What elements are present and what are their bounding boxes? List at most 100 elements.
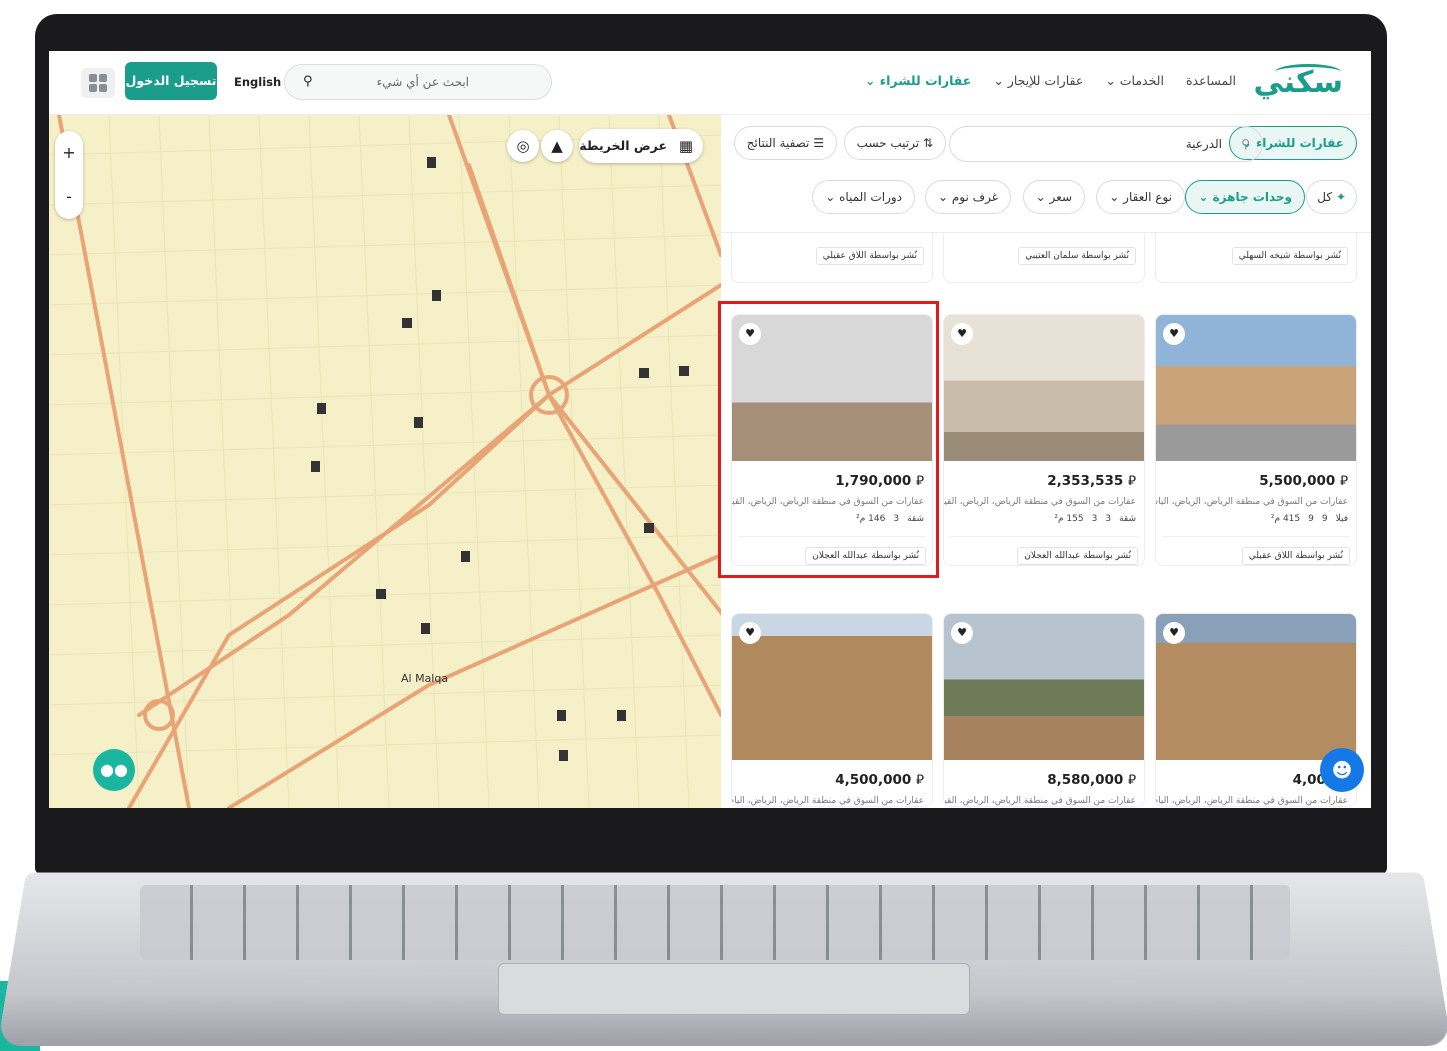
card-footer[interactable]: نُشر بواسطة اللاق عقيلي (731, 233, 933, 283)
listing-card[interactable]: ♥ ⃁ 2,353,535 عقارات من السوق في منطقة ا… (943, 314, 1145, 566)
nav-services[interactable]: الخدمات ⌄ (1105, 73, 1164, 88)
listing-card[interactable]: ♥ ⃁ 8,580,000 عقارات من السوق في منطقة ا… (943, 613, 1145, 807)
ready-units-label: وحدات جاهزة (1212, 190, 1292, 204)
price-value: 8,580,000 (1047, 772, 1124, 788)
price-value: 5,500,000 (1259, 473, 1336, 489)
baths-value: 9 (1308, 514, 1314, 524)
bedrooms-label: غرف نوم (951, 190, 998, 204)
refine-label: تصفية النتائج (746, 136, 810, 150)
language-toggle[interactable]: English (234, 75, 281, 89)
zoom-control: + - (55, 131, 83, 219)
listing-location: عقارات من السوق في منطقة الرياض، الرياض،… (943, 497, 1136, 507)
listing-location: عقارات من السوق في منطقة الرياض، الرياض،… (1155, 497, 1348, 507)
listing-card[interactable]: ♥ ⃁ 4,500,000 عقارات من السوق في منطقة ا… (731, 613, 933, 807)
nav-rent[interactable]: عقارات للإيجار ⌄ (993, 73, 1083, 88)
location-input[interactable]: ⚲ الدرعية (949, 126, 1263, 162)
refine-results-button[interactable]: ☰ تصفية النتائج (733, 126, 837, 160)
sort-label: ترتيب حسب (856, 136, 920, 150)
listing-price: ⃁ 5,500,000 (1156, 461, 1356, 489)
top-header: سكني عقارات للشراء ⌄ عقارات للإيجار ⌄ ال… (49, 51, 1371, 115)
currency-symbol: ⃁ (1339, 473, 1348, 489)
listing-photo: ♥ (1156, 315, 1356, 461)
nav-buy-label: عقارات للشراء (879, 73, 972, 88)
favorite-icon[interactable]: ♥ (1163, 622, 1185, 644)
listing-location: عقارات من السوق في منطقة الرياض، الرياض،… (1155, 796, 1348, 806)
chevron-down-icon: ⌄ (1109, 190, 1120, 204)
listing-agent: نُشر بواسطة عبدالله العجلان (950, 536, 1138, 565)
agent-chip: نُشر بواسطة اللاق عقيلي (1241, 547, 1350, 565)
main-nav: عقارات للشراء ⌄ عقارات للإيجار ⌄ الخدمات… (865, 73, 1236, 88)
favorite-icon[interactable]: ♥ (739, 622, 761, 644)
currency-symbol: ⃁ (1127, 473, 1136, 489)
chat-icon[interactable]: ●● (93, 749, 135, 791)
favorite-icon[interactable]: ♥ (951, 622, 973, 644)
card-footer[interactable]: نُشر بواسطة شيخه السهلي (1155, 233, 1357, 283)
search-icon: ⚲ (303, 74, 313, 89)
compass-icon[interactable]: ▲ (541, 130, 573, 162)
logo[interactable]: سكني (1253, 65, 1343, 100)
search-input[interactable]: ابحث عن أي شيء ⚲ (284, 64, 552, 100)
currency-symbol: ⃁ (915, 772, 924, 788)
listing-features: فيلا 9 9 415 م² (1156, 507, 1356, 524)
nav-buy[interactable]: عقارات للشراء ⌄ (865, 73, 971, 88)
agent-chip: نُشر بواسطة عبدالله العجلان (1017, 547, 1138, 565)
beds-value: 9 (1321, 514, 1328, 524)
bedrooms-dropdown[interactable]: غرف نوم ⌄ (924, 180, 1011, 214)
listing-photo: ♥ (944, 315, 1144, 461)
chevron-down-icon: ⌄ (937, 190, 949, 204)
favorite-icon[interactable]: ♥ (1163, 323, 1185, 345)
agent-chip: نُشر بواسطة سلمان العتيبي (1018, 247, 1136, 265)
nav-rent-label: عقارات للإيجار (1007, 73, 1084, 88)
buy-filter-label: عقارات للشراء (1256, 136, 1344, 150)
property-type-dropdown[interactable]: نوع العقار ⌄ (1096, 180, 1185, 214)
price-value: 4,500,000 (835, 772, 912, 788)
map-view[interactable]: Al Malqa ▦ عرض الخريطة ▲ ◎ + - ●● (49, 115, 721, 808)
nav-services-label: الخدمات (1119, 73, 1164, 88)
listing-location: عقارات من السوق في منطقة الرياض، الرياض،… (731, 796, 924, 806)
map-icon: ▦ (678, 137, 693, 155)
listing-features: شقة 3 3 155 م² (944, 507, 1144, 524)
zoom-out-button[interactable]: - (55, 175, 83, 219)
baths-value: 3 (1091, 514, 1098, 524)
map-area-label: Al Malqa (401, 672, 449, 685)
apps-grid-icon[interactable] (81, 68, 115, 98)
laptop-keyboard (140, 885, 1290, 960)
area-value: 155 م² (1054, 514, 1084, 524)
zoom-in-button[interactable]: + (55, 131, 83, 175)
sparkle-icon: ✦ (1335, 190, 1346, 204)
bathrooms-label: دورات المياه (839, 190, 902, 204)
listing-photo: ♥ (1156, 614, 1356, 760)
all-label: كل (1317, 190, 1333, 204)
listing-photo: ♥ (944, 614, 1144, 760)
ready-units-dropdown[interactable]: وحدات جاهزة ⌄ (1185, 180, 1305, 214)
currency-symbol: ⃁ (1127, 772, 1136, 788)
listing-price: ⃁ 4,500,000 (732, 760, 932, 788)
chevron-down-icon: ⌄ (825, 190, 836, 204)
listing-price: ⃁ 2,353,535 (944, 461, 1144, 489)
price-dropdown[interactable]: سعر ⌄ (1022, 180, 1085, 214)
map-view-button[interactable]: ▦ عرض الخريطة (579, 129, 703, 163)
nav-help[interactable]: المساعدة (1186, 73, 1236, 88)
type-value: شقة (1119, 514, 1136, 524)
all-filter-pill[interactable]: ✦ كل (1306, 180, 1357, 214)
selected-listing-highlight (718, 301, 939, 578)
listing-location: عقارات من السوق في منطقة الرياض، الرياض،… (943, 796, 1136, 806)
sort-button[interactable]: ⇅ ترتيب حسب (843, 126, 946, 160)
laptop-trackpad (498, 963, 970, 1015)
favorite-icon[interactable]: ♥ (951, 323, 973, 345)
locate-icon[interactable]: ◎ (507, 130, 539, 162)
agent-chip: نُشر بواسطة اللاق عقيلي (815, 247, 924, 265)
chevron-down-icon: ⌄ (1035, 190, 1046, 204)
accessibility-icon[interactable]: ☻ (1320, 748, 1364, 792)
card-footer[interactable]: نُشر بواسطة سلمان العتيبي (943, 233, 1145, 283)
sort-icon: ⇅ (922, 136, 933, 150)
bathrooms-dropdown[interactable]: دورات المياه ⌄ (812, 180, 915, 214)
listing-price: ⃁ 8,580,000 (944, 760, 1144, 788)
login-button[interactable]: تسجيل الدخول (125, 62, 217, 100)
chevron-down-icon: ⌄ (1198, 190, 1209, 204)
area-value: 415 م² (1270, 514, 1301, 524)
location-value: الدرعية (1185, 137, 1222, 151)
filter-icon: ☰ (813, 136, 824, 150)
listing-card[interactable]: ♥ ⃁ 5,500,000 عقارات من السوق في منطقة ا… (1155, 314, 1357, 566)
type-value: فيلا (1335, 514, 1348, 524)
